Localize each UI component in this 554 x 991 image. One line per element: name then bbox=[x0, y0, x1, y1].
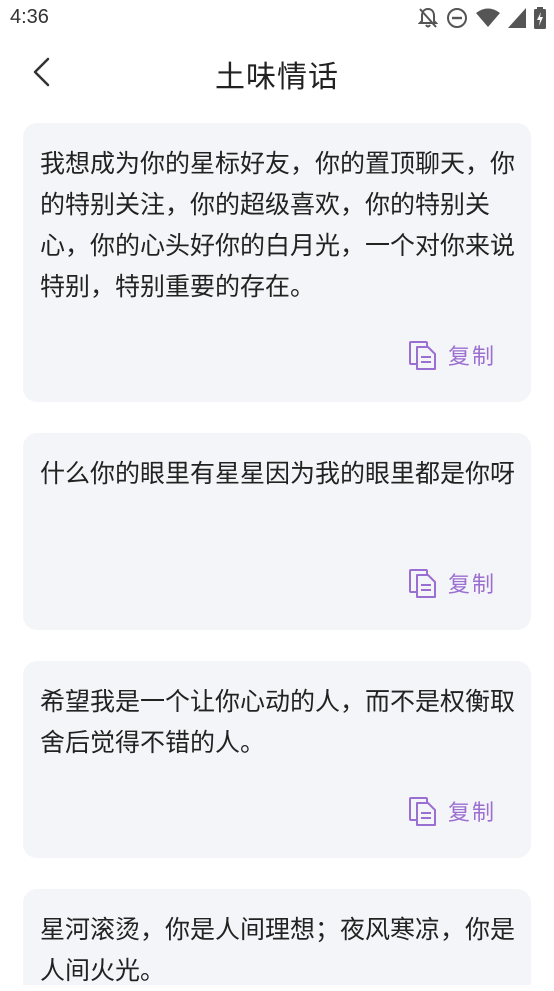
page-title: 土味情话 bbox=[215, 60, 339, 95]
header: 土味情话 bbox=[0, 44, 554, 104]
status-bar: 4:36 bbox=[0, 0, 554, 38]
status-icons bbox=[418, 7, 546, 29]
card-text: 什么你的眼里有星星因为我的眼里都是你呀 bbox=[40, 459, 516, 488]
do-not-disturb-icon bbox=[447, 8, 467, 28]
copy-button[interactable]: 复制 bbox=[408, 339, 496, 371]
cellular-signal-icon bbox=[508, 8, 526, 28]
copy-icon bbox=[408, 341, 436, 370]
notifications-off-icon bbox=[418, 7, 438, 28]
copy-label: 复制 bbox=[447, 345, 496, 370]
battery-icon bbox=[534, 7, 546, 29]
list-item: 希望我是一个让你心动的人，而不是权衡取舍后觉得不错的人。 复制 bbox=[23, 661, 531, 858]
wifi-icon bbox=[476, 8, 500, 27]
copy-label: 复制 bbox=[447, 573, 496, 598]
copy-icon bbox=[408, 797, 436, 826]
list-item: 我想成为你的星标好友，你的置顶聊天，你的特别关注，你的超级喜欢，你的特别关心，你… bbox=[23, 123, 531, 402]
list-item: 什么你的眼里有星星因为我的眼里都是你呀 复制 bbox=[23, 433, 531, 630]
copy-button[interactable]: 复制 bbox=[408, 567, 496, 599]
copy-label: 复制 bbox=[447, 801, 496, 826]
status-time: 4:36 bbox=[10, 6, 49, 28]
copy-button[interactable]: 复制 bbox=[408, 795, 496, 827]
list-item: 星河滚烫，你是人间理想；夜风寒凉，你是人间火光。 bbox=[23, 889, 531, 985]
copy-icon bbox=[408, 569, 436, 598]
card-text: 星河滚烫，你是人间理想；夜风寒凉，你是人间火光。 bbox=[40, 915, 516, 985]
card-text: 希望我是一个让你心动的人，而不是权衡取舍后觉得不错的人。 bbox=[40, 687, 516, 757]
card-text: 我想成为你的星标好友，你的置顶聊天，你的特别关注，你的超级喜欢，你的特别关心，你… bbox=[40, 149, 516, 301]
